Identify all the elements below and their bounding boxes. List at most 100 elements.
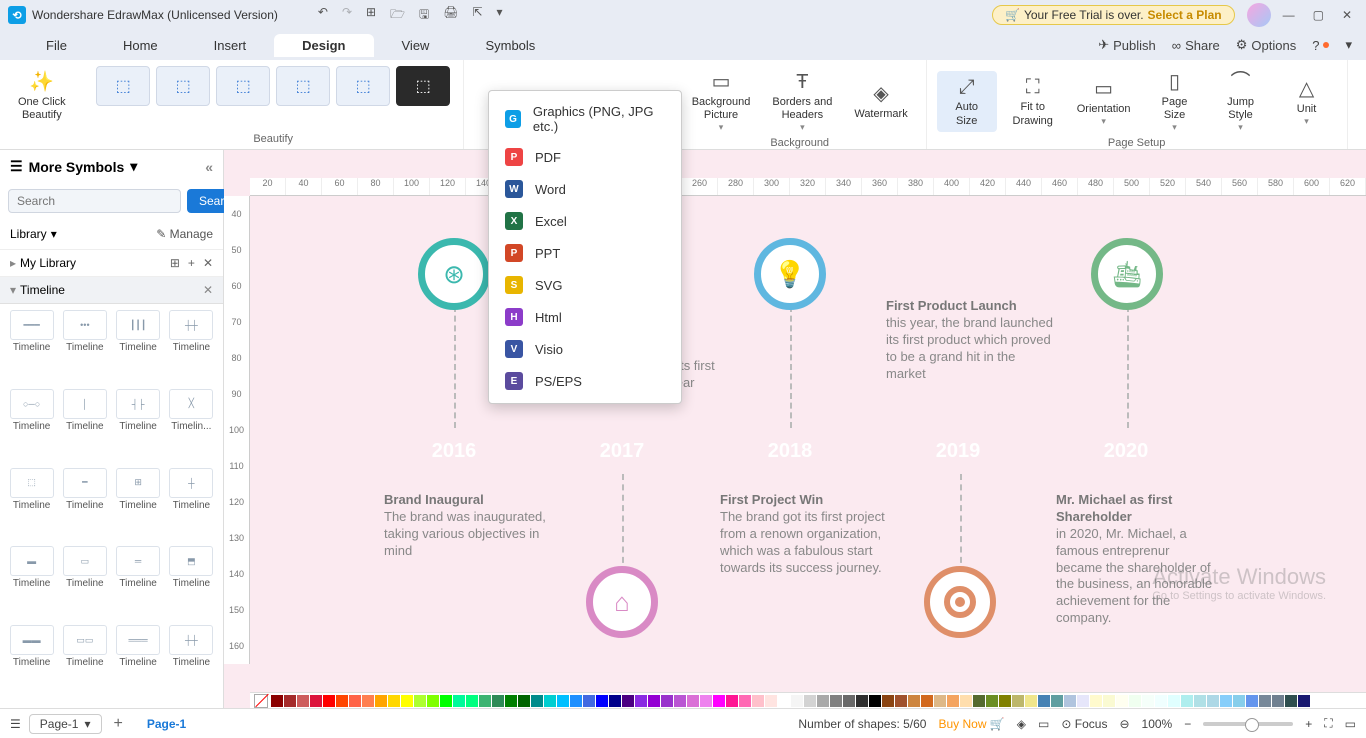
timeline-symbol-10[interactable]: ⊞Timeline [113, 468, 164, 545]
no-color-swatch[interactable] [254, 694, 268, 708]
timeline-symbol-0[interactable]: ━━━Timeline [6, 310, 57, 387]
color-swatch[interactable] [1181, 695, 1193, 707]
collapse-sidebar-icon[interactable]: « [205, 159, 213, 175]
timeline-symbol-17[interactable]: ▭▭Timeline [59, 625, 110, 702]
color-swatch[interactable] [466, 695, 478, 707]
timeline-symbol-2[interactable]: ┃┃┃Timeline [113, 310, 164, 387]
color-swatch[interactable] [726, 695, 738, 707]
export-word[interactable]: WWord [489, 173, 681, 205]
color-swatch[interactable] [427, 695, 439, 707]
color-swatch[interactable] [1233, 695, 1245, 707]
color-swatch[interactable] [1155, 695, 1167, 707]
export-ppt[interactable]: PPPT [489, 237, 681, 269]
lib-add-icon[interactable]: + [188, 256, 195, 270]
timeline-section-label[interactable]: Timeline [20, 283, 65, 297]
qat-more-icon[interactable]: ▾ [497, 5, 503, 26]
color-swatch[interactable] [700, 695, 712, 707]
zoom-out-icon[interactable]: ⊖ [1119, 717, 1129, 731]
timeline-symbol-1[interactable]: •••Timeline [59, 310, 110, 387]
color-swatch[interactable] [284, 695, 296, 707]
color-swatch[interactable] [1012, 695, 1024, 707]
color-swatch[interactable] [960, 695, 972, 707]
color-swatch[interactable] [999, 695, 1011, 707]
timeline-symbol-12[interactable]: ▬Timeline [6, 546, 57, 623]
color-swatch[interactable] [1038, 695, 1050, 707]
color-swatch[interactable] [1168, 695, 1180, 707]
color-swatch[interactable] [1298, 695, 1310, 707]
timeline-symbol-9[interactable]: ━Timeline [59, 468, 110, 545]
one-click-beautify-button[interactable]: ✨One Click Beautify [10, 66, 74, 126]
layers-icon[interactable]: ◈ [1017, 717, 1026, 731]
lib-grid-icon[interactable]: ⊞ [170, 256, 180, 270]
redo-icon[interactable]: ↷ [342, 5, 352, 26]
focus-button[interactable]: ⊙ Focus [1061, 717, 1107, 731]
more-symbols-label[interactable]: More Symbols [29, 159, 125, 175]
pages-icon[interactable]: ☰ [10, 717, 21, 731]
options-button[interactable]: ⚙ Options [1236, 37, 1296, 53]
export-visio[interactable]: VVisio [489, 333, 681, 365]
color-swatch[interactable] [349, 695, 361, 707]
color-swatch[interactable] [856, 695, 868, 707]
maximize-icon[interactable]: ▢ [1313, 8, 1324, 22]
export-svg[interactable]: SSVG [489, 269, 681, 301]
theme-thumb-6[interactable]: ⬚ [396, 66, 450, 106]
publish-button[interactable]: ✈ Publish [1098, 37, 1156, 53]
color-swatch[interactable] [310, 695, 322, 707]
color-swatch[interactable] [752, 695, 764, 707]
color-swatch[interactable] [388, 695, 400, 707]
color-swatch[interactable] [414, 695, 426, 707]
color-swatch[interactable] [1207, 695, 1219, 707]
color-swatch[interactable] [323, 695, 335, 707]
color-swatch[interactable] [596, 695, 608, 707]
my-library-label[interactable]: My Library [20, 256, 76, 270]
timeline-symbol-5[interactable]: │Timeline [59, 389, 110, 466]
color-swatch[interactable] [921, 695, 933, 707]
color-swatch[interactable] [817, 695, 829, 707]
presentation-icon[interactable]: ▭ [1038, 717, 1049, 731]
color-swatch[interactable] [505, 695, 517, 707]
color-swatch[interactable] [622, 695, 634, 707]
timeline-symbol-11[interactable]: ┼Timeline [166, 468, 217, 545]
color-swatch[interactable] [1064, 695, 1076, 707]
close-icon[interactable]: ✕ [1342, 8, 1352, 22]
color-swatch[interactable] [1129, 695, 1141, 707]
color-swatch[interactable] [986, 695, 998, 707]
color-swatch[interactable] [557, 695, 569, 707]
color-swatch[interactable] [336, 695, 348, 707]
color-swatch[interactable] [882, 695, 894, 707]
fit-width-icon[interactable]: ▭ [1345, 717, 1356, 731]
color-swatch[interactable] [648, 695, 660, 707]
export-icon[interactable]: ⇱ [472, 5, 482, 26]
orientation-button[interactable]: ▭Orientation▾ [1069, 73, 1139, 131]
color-swatch[interactable] [1194, 695, 1206, 707]
color-swatch[interactable] [1272, 695, 1284, 707]
color-swatch[interactable] [1285, 695, 1297, 707]
color-swatch[interactable] [570, 695, 582, 707]
color-swatch[interactable] [479, 695, 491, 707]
menu-home[interactable]: Home [95, 34, 186, 57]
export-excel[interactable]: XExcel [489, 205, 681, 237]
minimize-icon[interactable]: — [1283, 8, 1295, 22]
color-swatch[interactable] [947, 695, 959, 707]
color-swatch[interactable] [1077, 695, 1089, 707]
page-selector[interactable]: Page-1▾ [29, 714, 102, 734]
color-swatch[interactable] [791, 695, 803, 707]
color-swatch[interactable] [1142, 695, 1154, 707]
color-swatch[interactable] [778, 695, 790, 707]
color-swatch[interactable] [1246, 695, 1258, 707]
timeline-symbol-6[interactable]: ┤├Timeline [113, 389, 164, 466]
color-swatch[interactable] [895, 695, 907, 707]
borders-headers-button[interactable]: ŦBorders and Headers▾ [764, 66, 840, 137]
fit-page-icon[interactable]: ⛶ [1324, 716, 1332, 731]
theme-thumb-1[interactable]: ⬚ [96, 66, 150, 106]
timeline-symbol-16[interactable]: ▬▬Timeline [6, 625, 57, 702]
timeline-close-icon[interactable]: ✕ [203, 283, 213, 297]
new-icon[interactable]: ⊞ [366, 5, 376, 26]
color-swatch[interactable] [908, 695, 920, 707]
color-swatch[interactable] [362, 695, 374, 707]
color-swatch[interactable] [440, 695, 452, 707]
zoom-minus-icon[interactable]: − [1184, 717, 1191, 731]
color-swatch[interactable] [1051, 695, 1063, 707]
timeline-symbol-3[interactable]: ┼┼Timeline [166, 310, 217, 387]
auto-size-button[interactable]: ⤢Auto Size [937, 71, 997, 131]
